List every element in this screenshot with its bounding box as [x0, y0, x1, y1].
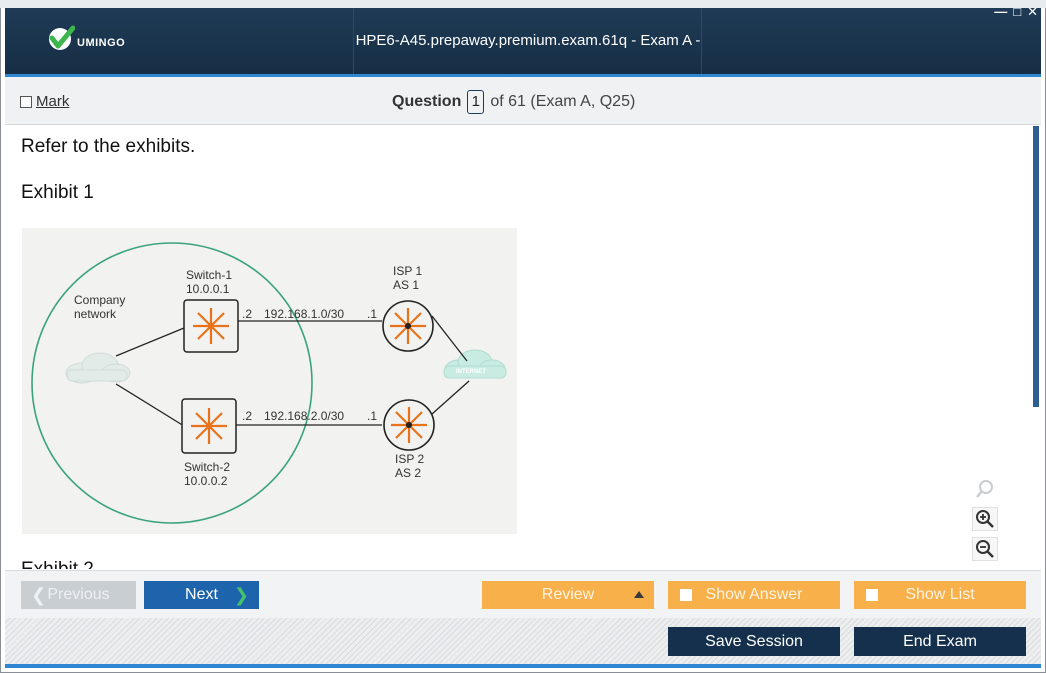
company-network-label-line2: network: [74, 307, 117, 321]
end-exam-button[interactable]: End Exam: [854, 627, 1026, 656]
show-answer-label: Show Answer: [705, 586, 803, 603]
minimize-icon[interactable]: —: [994, 4, 1007, 20]
footer-accent: [5, 664, 1041, 668]
app-logo: UMINGO: [47, 22, 125, 56]
mark-checkbox[interactable]: Mark: [20, 93, 69, 110]
checkmark-logo-icon: [49, 25, 75, 50]
logo-text: UMINGO: [77, 37, 126, 49]
question-content: Refer to the exhibits. Exhibit 1 Company…: [5, 126, 1031, 569]
show-list-button[interactable]: Show List: [854, 581, 1026, 609]
link-2-left-octet: .2: [242, 409, 252, 423]
checkbox-icon[interactable]: [866, 589, 878, 601]
checkbox-icon[interactable]: [20, 95, 32, 108]
isp-1-name: ISP 1: [393, 264, 422, 278]
chevron-right-icon: ❯: [233, 584, 249, 605]
show-answer-button[interactable]: Show Answer: [668, 581, 840, 609]
link-1-subnet: 192.168.1.0/30: [264, 307, 344, 321]
switch-2-ip: 10.0.0.2: [184, 474, 228, 488]
previous-label: Previous: [47, 586, 110, 603]
question-count: of 61 (Exam A, Q25): [490, 93, 636, 110]
window-controls: — □ ✕: [994, 4, 1038, 20]
link-2-subnet: 192.168.2.0/30: [264, 409, 344, 423]
switch-2-name: Switch-2: [184, 460, 230, 474]
chevron-left-icon: ❮: [31, 584, 47, 605]
mark-label[interactable]: Mark: [36, 93, 69, 110]
review-label: Review: [541, 586, 595, 603]
link-1-left-octet: .2: [242, 307, 252, 321]
magnifier-icon[interactable]: [972, 477, 998, 501]
title-separator: [701, 8, 702, 74]
save-session-label: Save Session: [705, 632, 803, 650]
window-top-edge: [0, 0, 1046, 8]
switch-1-name: Switch-1: [186, 268, 232, 282]
navigation-bar: ❮ Previous Next ❯ Review Show Answer Sho…: [5, 570, 1041, 618]
maximize-icon[interactable]: □: [1013, 4, 1021, 20]
save-session-button[interactable]: Save Session: [668, 627, 840, 656]
internet-label: INTERNET: [456, 369, 486, 375]
isp-1-as: AS 1: [393, 278, 419, 292]
scrollbar-thumb[interactable]: [1033, 126, 1039, 407]
zoom-out-icon[interactable]: [972, 537, 998, 561]
company-cloud-icon: [65, 352, 131, 384]
review-button[interactable]: Review: [482, 581, 654, 609]
close-icon[interactable]: ✕: [1027, 4, 1038, 20]
isp-2-router-icon: [383, 399, 435, 451]
end-exam-label: End Exam: [903, 632, 977, 650]
checkbox-icon[interactable]: [680, 589, 692, 601]
company-network-boundary: [31, 242, 313, 524]
isp-2-name: ISP 2: [395, 452, 424, 466]
question-number-input[interactable]: 1: [467, 90, 485, 114]
isp-2-as: AS 2: [395, 466, 421, 480]
zoom-in-icon[interactable]: [972, 507, 998, 531]
question-bar: Mark Question 1 of 61 (Exam A, Q25): [5, 77, 1041, 125]
question-text: Refer to the exhibits.: [21, 136, 196, 157]
switch-1-icon: [183, 299, 239, 353]
switch-1-ip: 10.0.0.1: [186, 282, 230, 296]
link-2-right-octet: .1: [367, 409, 377, 423]
link-1-right-octet: .1: [367, 307, 377, 321]
exhibit-1-label: Exhibit 1: [21, 182, 94, 203]
next-label: Next: [185, 586, 218, 603]
network-diagram-svg: Company network Switch-1 10.0.0.1 Switch…: [31, 242, 507, 524]
caret-up-icon[interactable]: [634, 591, 644, 598]
window-title: HPE6-A45.prepaway.premium.exam.61q - Exa…: [355, 32, 701, 115]
next-button[interactable]: Next ❯: [144, 581, 259, 609]
switch-2-icon: [181, 398, 237, 454]
question-info: Question 1 of 61 (Exam A, Q25): [392, 90, 635, 114]
footer-bar: Save Session End Exam: [5, 618, 1041, 664]
isp-1-router-icon: [382, 300, 434, 352]
exhibit-2-label: Exhibit 2: [21, 559, 94, 569]
network-diagram: Company network Switch-1 10.0.0.1 Switch…: [22, 228, 517, 534]
show-list-label: Show List: [905, 586, 975, 603]
previous-button[interactable]: ❮ Previous: [21, 581, 136, 609]
zoom-tools: [972, 477, 998, 561]
company-network-label-line1: Company: [74, 293, 125, 307]
title-separator: [353, 8, 354, 74]
question-word: Question: [392, 93, 462, 110]
